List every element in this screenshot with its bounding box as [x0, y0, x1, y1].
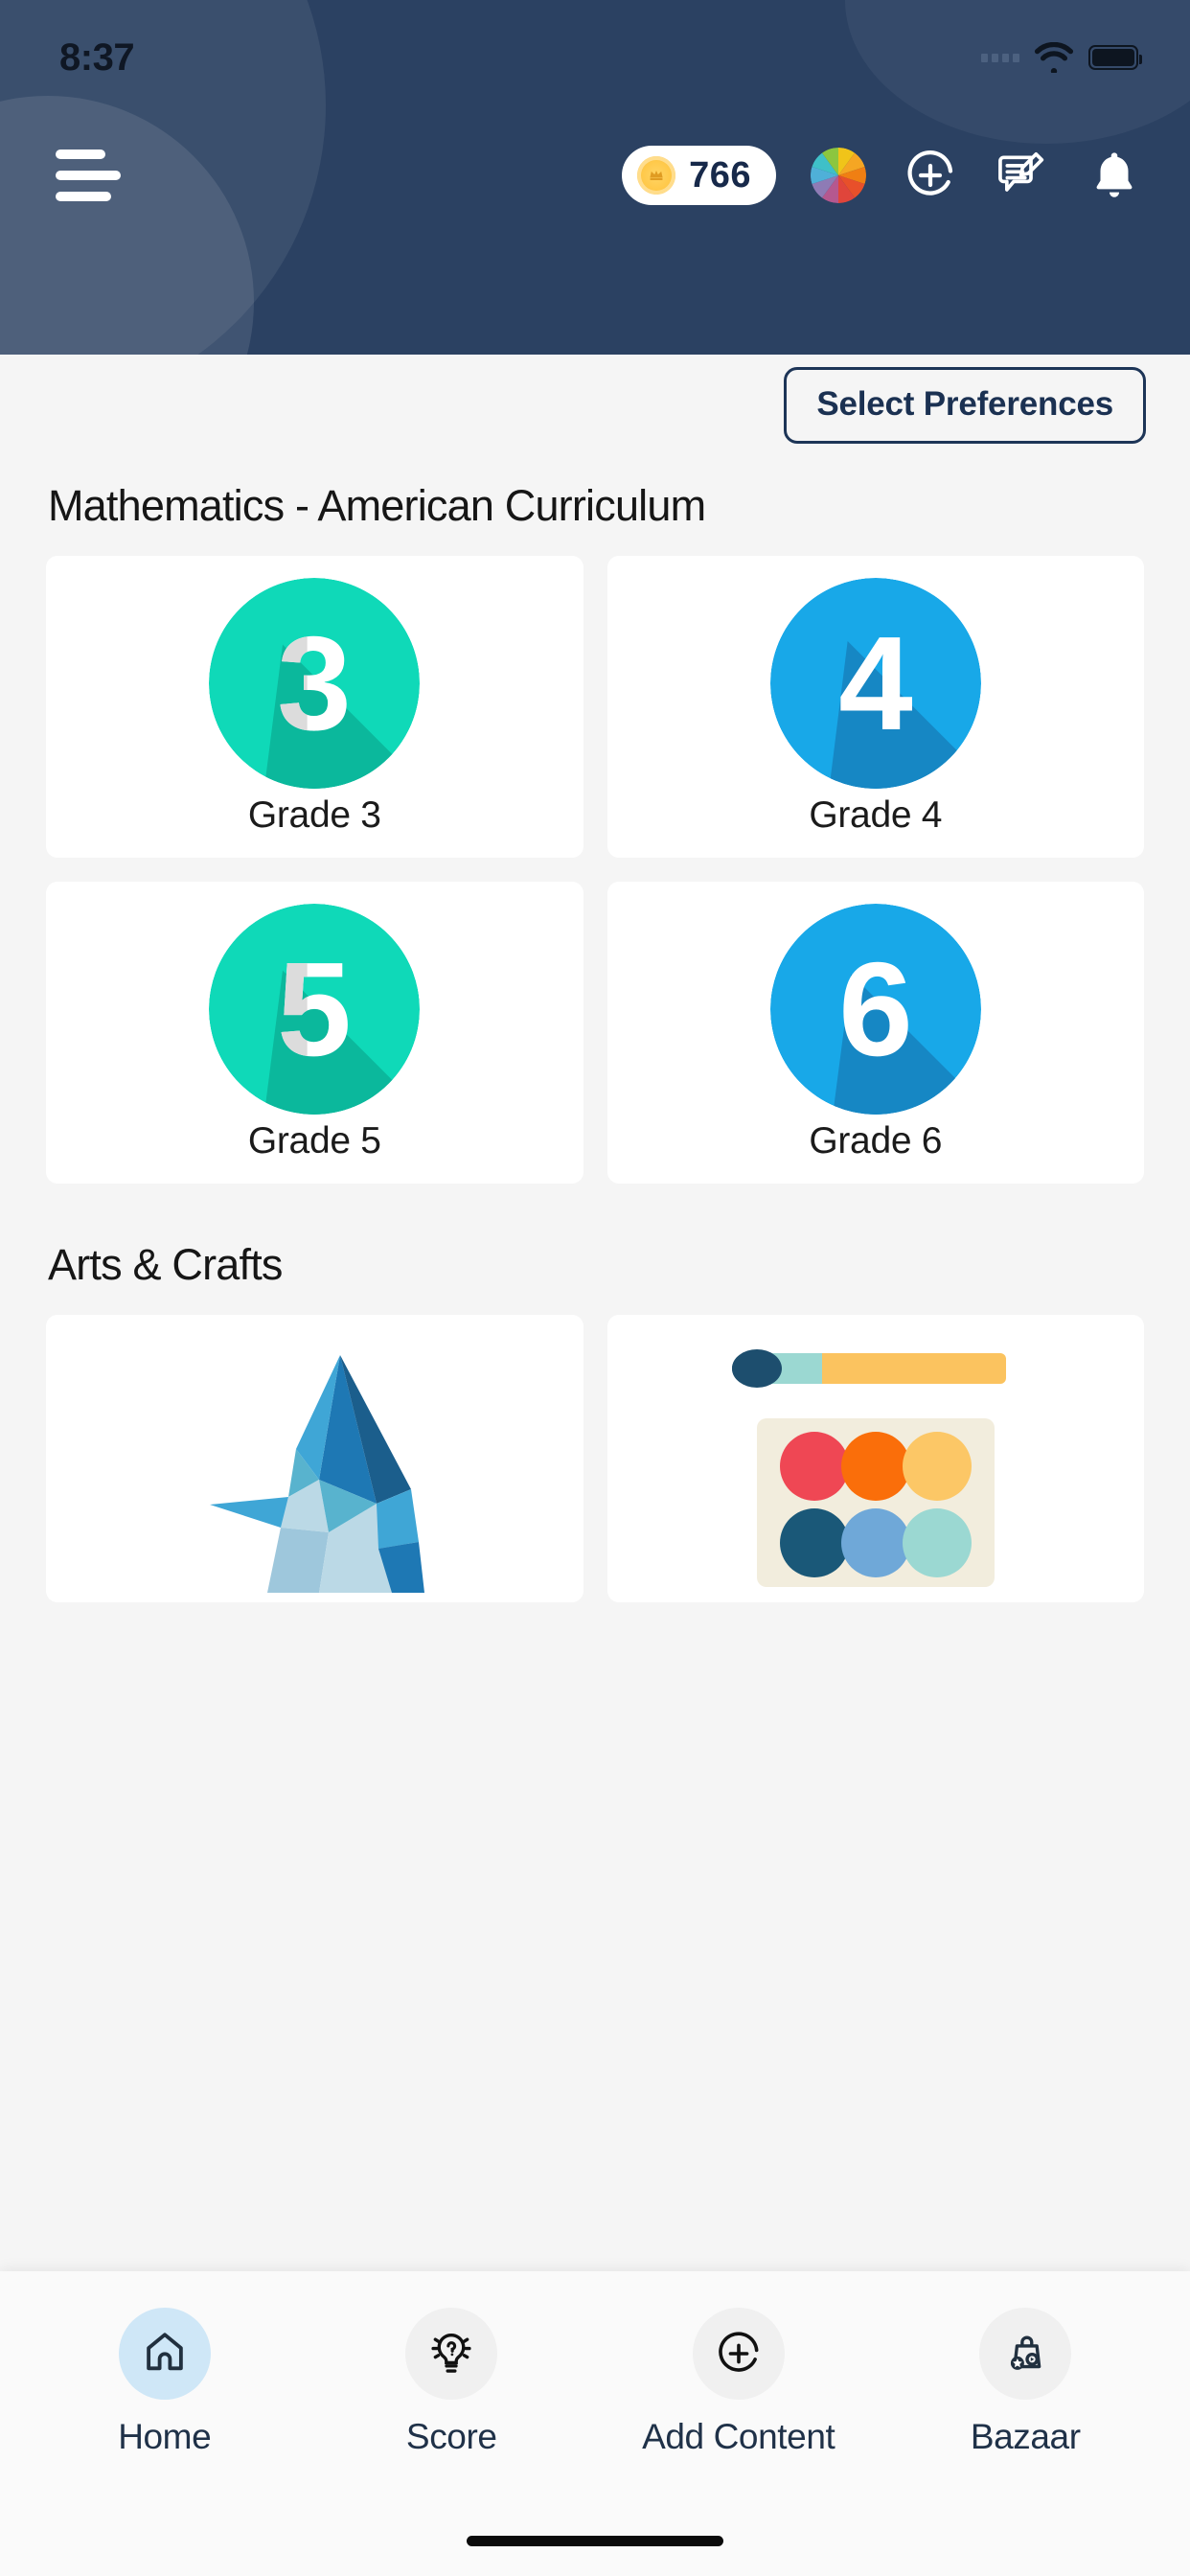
svg-text:4: 4 — [838, 609, 913, 758]
status-bar: 8:37 — [0, 0, 1190, 115]
origami-crane-illustration — [210, 1355, 425, 1593]
grade-card-label: Grade 6 — [809, 1119, 943, 1162]
bottom-nav-item-bazaar[interactable]: Bazaar — [882, 2308, 1170, 2457]
grade-badge-4: 4 — [769, 577, 981, 789]
bottom-nav-item-add-content[interactable]: Add Content — [595, 2308, 882, 2457]
svg-text:6: 6 — [838, 934, 913, 1084]
select-preferences-button[interactable]: Select Preferences — [784, 367, 1146, 444]
section-title-arts: Arts & Crafts — [48, 1240, 283, 1289]
grade-card-label: Grade 5 — [247, 1119, 381, 1162]
grade-card[interactable]: 4 Grade 4 — [606, 556, 1144, 858]
coin-balance-value: 766 — [689, 154, 751, 196]
coin-balance-badge[interactable]: 766 — [622, 146, 776, 205]
preferences-row: Select Preferences — [0, 355, 1190, 444]
bottom-nav-label: Add Content — [642, 2417, 835, 2456]
arts-crafts-grid — [0, 1290, 1190, 1602]
bottom-nav-label: Bazaar — [970, 2417, 1081, 2456]
arts-card-origami[interactable] — [46, 1315, 584, 1602]
bottom-nav-label: Home — [118, 2417, 212, 2456]
math-grade-grid: 3 3 Grade 3 — [0, 531, 1190, 1184]
signal-dots-icon — [981, 53, 1019, 62]
grade-badge-5: 5 5 — [209, 903, 421, 1115]
hamburger-menu-icon[interactable] — [48, 146, 130, 205]
wifi-icon — [1034, 42, 1074, 73]
bottom-nav-item-home[interactable]: Home — [21, 2308, 309, 2457]
coin-icon — [637, 156, 676, 195]
bottom-nav-tabs: Home Score Add Content Bazaar — [0, 2271, 1190, 2457]
status-bar-time: 8:37 — [59, 35, 135, 79]
home-icon — [118, 2308, 211, 2400]
grade-card-label: Grade 4 — [809, 794, 943, 836]
status-bar-indicators — [981, 42, 1142, 73]
header-toolbar: 766 — [0, 113, 1190, 238]
arts-card-palette[interactable] — [606, 1315, 1144, 1602]
grade-badge-6: 6 — [769, 903, 981, 1115]
bottom-nav-label: Score — [405, 2417, 497, 2456]
main-content: Select Preferences Mathematics - America… — [0, 355, 1190, 2271]
battery-icon — [1088, 45, 1142, 70]
shopping-bag-star-icon — [979, 2308, 1072, 2400]
bell-icon[interactable] — [1085, 146, 1144, 205]
edit-note-icon[interactable] — [993, 146, 1052, 205]
bottom-nav-item-score[interactable]: Score — [309, 2308, 596, 2457]
home-indicator — [467, 2536, 723, 2546]
lightbulb-question-icon — [405, 2308, 498, 2400]
app-header: 8:37 766 — [0, 0, 1190, 355]
grade-badge-3: 3 3 — [209, 577, 421, 789]
paint-palette-illustration — [731, 1349, 1006, 1587]
section-title-math: Mathematics - American Curriculum — [48, 481, 706, 530]
grade-card[interactable]: 5 5 Grade 5 — [46, 882, 584, 1184]
grade-card[interactable]: 3 3 Grade 3 — [46, 556, 584, 858]
add-circle-icon[interactable] — [901, 146, 960, 205]
color-wheel-icon[interactable] — [809, 146, 868, 205]
add-circle-icon — [692, 2308, 785, 2400]
grade-card[interactable]: 6 Grade 6 — [606, 882, 1144, 1184]
header-actions: 766 — [622, 146, 1144, 205]
bottom-navigation: Home Score Add Content Bazaar — [0, 2271, 1190, 2576]
grade-card-label: Grade 3 — [247, 794, 381, 836]
